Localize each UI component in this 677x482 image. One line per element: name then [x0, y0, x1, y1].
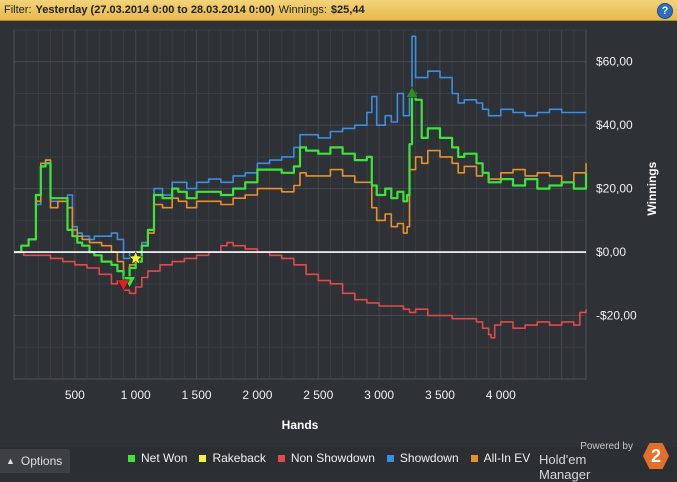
x-tick-label: 3 500	[425, 388, 455, 402]
legend-label: Net Won	[141, 451, 188, 465]
y-axis-title: Winnings	[645, 161, 659, 215]
filter-bar: Filter: Yesterday (27.03.2014 0:00 to 28…	[0, 0, 677, 21]
legend-swatch	[199, 454, 207, 462]
x-tick-label: 2 500	[303, 388, 333, 402]
legend-label: All-In EV	[483, 451, 531, 465]
y-tick-label: $0,00	[596, 245, 626, 259]
y-tick-label: -$20,00	[596, 309, 637, 323]
options-button[interactable]: ▲ Options	[0, 449, 71, 473]
winnings-value: $25,44	[330, 4, 365, 16]
y-tick-label: $20,00	[596, 182, 633, 196]
hm2-logo-icon: 2	[643, 443, 669, 469]
brand-logo: Powered by Hold'em Manager 2	[539, 441, 669, 482]
y-tick-label: $60,00	[596, 55, 633, 69]
brand-name: Hold'em Manager	[539, 452, 591, 482]
chevron-up-icon: ▲	[6, 456, 15, 466]
winnings-label: Winnings:	[278, 4, 327, 16]
x-tick-label: 2 000	[242, 388, 272, 402]
x-tick-label: 4 000	[486, 388, 516, 402]
legend-item[interactable]: Net Won	[128, 451, 187, 465]
x-tick-label: 3 000	[364, 388, 394, 402]
legend-item[interactable]: All-In EV	[470, 451, 531, 465]
legend-item[interactable]: Non Showdown	[277, 451, 375, 465]
legend-swatch	[470, 454, 478, 462]
x-tick-label: 1 500	[182, 388, 212, 402]
x-tick-label: 1 000	[121, 388, 151, 402]
x-axis-title: Hands	[282, 418, 319, 432]
filter-period[interactable]: Yesterday (27.03.2014 0:00 to 28.03.2014…	[36, 4, 275, 16]
chart-legend: Net Won Rakeback Non Showdown Showdown All-I…	[128, 451, 542, 465]
x-tick-label: 500	[65, 388, 85, 402]
legend-swatch	[128, 454, 135, 462]
y-tick-label: $40,00	[596, 118, 633, 132]
legend-item[interactable]: Rakeback	[199, 451, 266, 465]
legend-swatch	[277, 454, 285, 462]
chart-svg: 500 1 000 1 500 2 000 2 500 3 000 3 500 4 000 $6…	[13, 29, 659, 432]
options-label: Options	[20, 454, 63, 468]
legend-swatch	[386, 454, 394, 462]
legend-label: Rakeback	[212, 451, 266, 465]
legend-label: Non Showdown	[290, 451, 375, 465]
help-icon[interactable]: ?	[657, 3, 673, 19]
legend-label: Showdown	[399, 451, 459, 465]
plot-area	[13, 29, 587, 380]
powered-by-text: Powered by	[580, 441, 633, 452]
filter-label: Filter:	[4, 4, 32, 16]
legend-item[interactable]: Showdown	[386, 451, 459, 465]
winnings-chart: 500 1 000 1 500 2 000 2 500 3 000 3 500 4 000 $6…	[0, 22, 677, 447]
